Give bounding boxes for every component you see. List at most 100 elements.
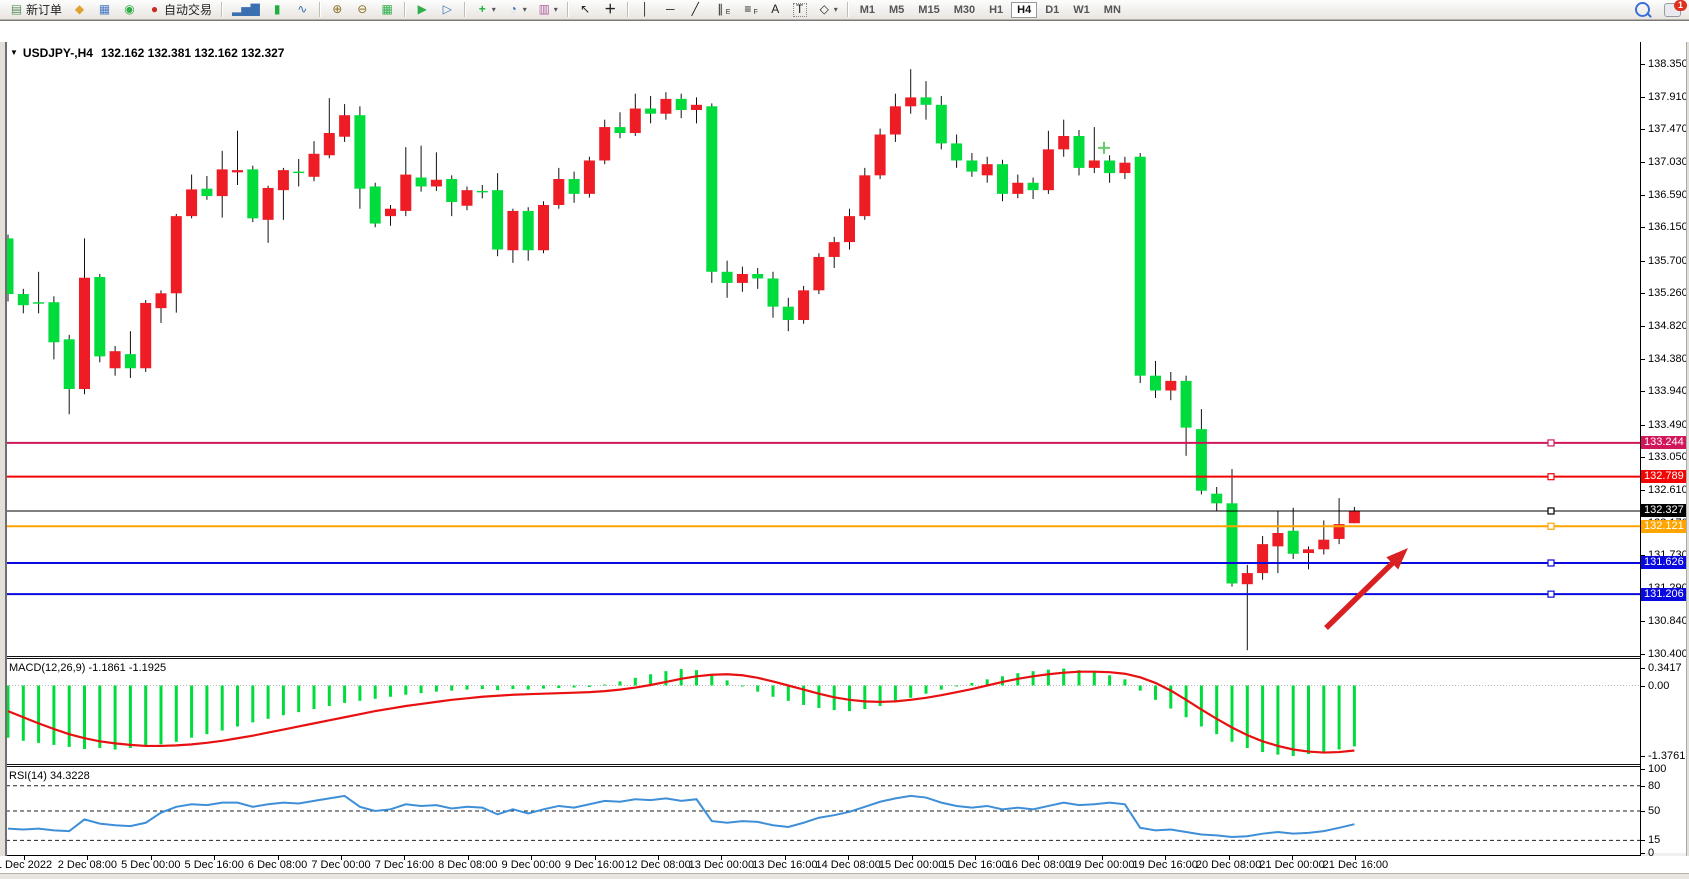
chart-shift-button[interactable]: ▷ (436, 0, 459, 19)
templates-button[interactable]: ▥▾ (533, 0, 562, 19)
zoom-out-icon: ⊖ (355, 2, 370, 17)
shapes-button[interactable]: ◇▾ (813, 0, 842, 19)
crosshair-button[interactable]: ＋ (599, 0, 622, 19)
doc-plus-icon: ▤ (9, 2, 24, 17)
line-handle[interactable] (1548, 523, 1554, 529)
price-tag: 132.327 (1641, 504, 1686, 517)
labelT-icon: T (793, 3, 807, 17)
crosshair-icon: ＋ (603, 2, 618, 17)
price-tick-label: 137.030 (1648, 156, 1688, 168)
window-left-edge (0, 42, 7, 856)
auto-scroll-button[interactable]: ▶ (411, 0, 434, 19)
shapes-icon: ◇ (817, 2, 832, 17)
time-tick-label: 21 Dec 16:00 (1312, 859, 1398, 871)
timeframe-m5[interactable]: M5 (883, 2, 910, 18)
symbol-period-label: USDJPY-,H4 (23, 46, 93, 60)
zoom-out-button[interactable]: ⊖ (351, 0, 374, 19)
ohlc-values: 132.162 132.381 132.162 132.327 (101, 46, 285, 60)
new-order-button[interactable]: ▤新订单 (5, 0, 66, 19)
tile-windows-button[interactable]: ▦ (376, 0, 399, 19)
chart-window: ▼ USDJPY-,H4 132.162 132.381 132.162 132.3… (0, 20, 1689, 853)
line-handle[interactable] (1548, 560, 1554, 566)
fibo-button[interactable]: ≡F (736, 0, 761, 19)
icon-sub-letter: F (753, 9, 757, 16)
cursor-button[interactable]: ↖ (574, 0, 597, 19)
icon-sub-letter: E (726, 9, 731, 16)
dropdown-arrow-icon[interactable]: ▾ (523, 5, 527, 14)
chart-title: ▼ USDJPY-,H4 132.162 132.381 132.162 132.3… (10, 46, 284, 60)
toolbar-separator (847, 2, 849, 17)
zoom-in-button[interactable]: ⊕ (326, 0, 349, 19)
timeframe-h4[interactable]: H4 (1011, 2, 1037, 18)
macd-tick-label: 0.00 (1648, 680, 1669, 692)
vline-button[interactable]: │ (634, 0, 657, 19)
vline-icon: │ (638, 2, 653, 17)
market-watch-button[interactable]: ▦ (93, 0, 116, 19)
timeframe-w1[interactable]: W1 (1067, 2, 1096, 18)
clock-icon: ◔ (506, 2, 521, 17)
zoom-in-icon: ⊕ (330, 2, 345, 17)
rsi-indicator-label: RSI(14) 34.3228 (9, 770, 90, 782)
search-icon[interactable] (1635, 2, 1650, 17)
macd-indicator-label: MACD(12,26,9) -1.1861 -1.1925 (9, 662, 166, 674)
price-tick-label: 135.260 (1648, 287, 1688, 299)
indicators-button[interactable]: +▾ (471, 0, 500, 19)
dropdown-arrow-icon[interactable]: ▾ (492, 5, 496, 14)
candle-chart-button[interactable]: ▮ (266, 0, 289, 19)
signals-button[interactable]: ◉ (118, 0, 141, 19)
window-bottom-edge (0, 873, 1689, 879)
trendline-button[interactable]: ╱ (684, 0, 707, 19)
auto-trading-button[interactable]: ●自动交易 (143, 0, 216, 19)
price-tick-label: 134.380 (1648, 353, 1688, 365)
price-tag: 132.789 (1641, 470, 1686, 483)
chevron-down-icon[interactable]: ▼ (10, 48, 18, 57)
line-handle[interactable] (1548, 508, 1554, 514)
toolbar-separator (319, 2, 321, 17)
timeframe-m15[interactable]: M15 (912, 2, 945, 18)
price-chart-canvas (6, 42, 1640, 656)
price-tick-label: 130.400 (1648, 648, 1688, 660)
new-order-button-label: 新订单 (26, 1, 62, 18)
line-handle[interactable] (1548, 474, 1554, 480)
channel-button[interactable]: ∥E (709, 0, 735, 19)
line-handle[interactable] (1548, 591, 1554, 597)
text-button[interactable]: A (764, 0, 787, 19)
dropdown-arrow-icon[interactable]: ▾ (554, 5, 558, 14)
mt4-window: ▤新订单◆▦◉●自动交易▂▅▇▮∿⊕⊖▦▶▷+▾◔▾▥▾↖＋│─╱∥E≡FAT◇… (0, 0, 1689, 858)
toolbar-separator (567, 2, 569, 17)
price-tick-label: 136.590 (1648, 189, 1688, 201)
macd-tick-label: -1.3761 (1648, 750, 1685, 762)
timeframe-m1[interactable]: M1 (854, 2, 881, 18)
line-chart-button[interactable]: ∿ (291, 0, 314, 19)
line-handle[interactable] (1548, 440, 1554, 446)
auto-trading-button-label: 自动交易 (164, 1, 212, 18)
main-toolbar: ▤新订单◆▦◉●自动交易▂▅▇▮∿⊕⊖▦▶▷+▾◔▾▥▾↖＋│─╱∥E≡FAT◇… (0, 0, 1689, 20)
timeframe-mn[interactable]: MN (1098, 2, 1127, 18)
price-tick-label: 137.910 (1648, 91, 1688, 103)
time-axis[interactable]: 1 Dec 20222 Dec 08:005 Dec 00:005 Dec 16… (0, 856, 1689, 873)
rsi-tick-label: 80 (1648, 780, 1660, 792)
hline-button[interactable]: ─ (659, 0, 682, 19)
periods-button[interactable]: ◔▾ (502, 0, 531, 19)
price-tick-label: 133.940 (1648, 385, 1688, 397)
bar-chart-button[interactable]: ▂▅▇ (228, 0, 264, 19)
timeframe-h1[interactable]: H1 (983, 2, 1009, 18)
timeframe-m30[interactable]: M30 (948, 2, 981, 18)
rsi-tick-label: 50 (1648, 805, 1660, 817)
label-button[interactable]: T (789, 0, 811, 19)
notifications-icon[interactable]: 1 (1664, 3, 1681, 17)
dropdown-arrow-icon[interactable]: ▾ (834, 5, 838, 14)
metaeditor-button[interactable]: ◆ (68, 0, 91, 19)
diamond-yellow-icon: ◆ (72, 2, 87, 17)
rsi-value: 34.3228 (50, 770, 90, 782)
price-tick-label: 136.150 (1648, 221, 1688, 233)
rsi-tick-label: 100 (1648, 763, 1666, 775)
timeframe-d1[interactable]: D1 (1039, 2, 1065, 18)
hline-icon: ─ (663, 2, 678, 17)
price-tag: 131.206 (1641, 588, 1686, 601)
toolbar-separator (221, 2, 223, 17)
price-tag: 132.121 (1641, 520, 1686, 533)
price-tag: 131.626 (1641, 556, 1686, 569)
price-tag: 133.244 (1641, 436, 1686, 449)
price-tick-label: 138.350 (1648, 58, 1688, 70)
